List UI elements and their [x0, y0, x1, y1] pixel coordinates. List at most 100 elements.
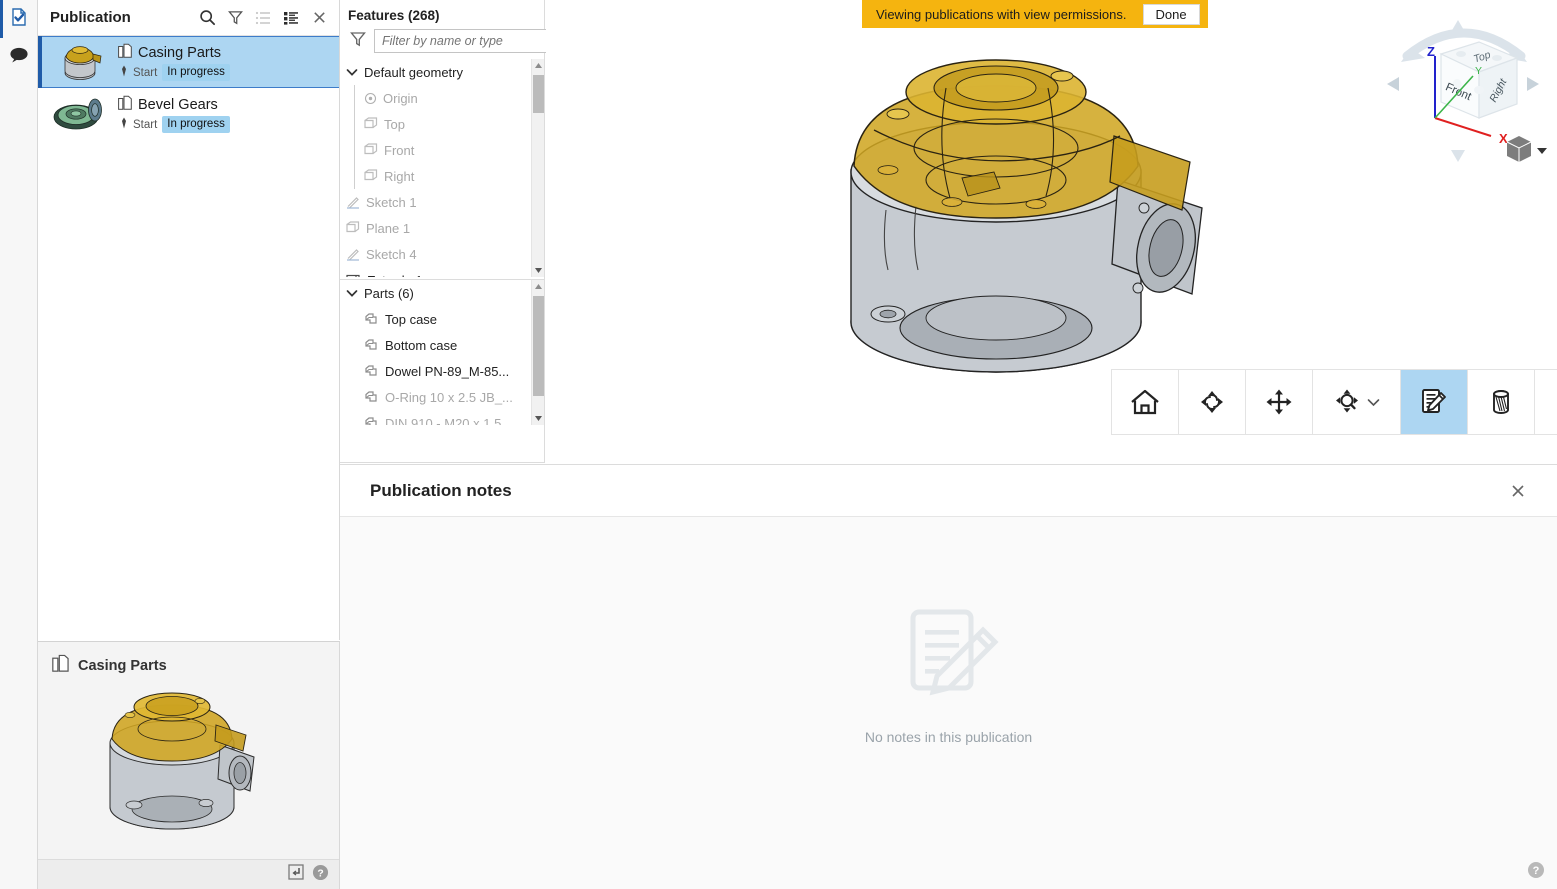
feature-tree-item-label: Right: [384, 168, 415, 184]
part-tree-item-label: O-Ring 10 x 2.5 JB_...: [385, 389, 513, 405]
parts-group-header[interactable]: Parts (6): [346, 280, 544, 306]
preview-viewport[interactable]: [38, 677, 339, 845]
part-tree-item-label: DIN 910 - M20 x 1,5: [385, 415, 502, 426]
list-view-icon[interactable]: [249, 4, 277, 32]
model-viewport[interactable]: Viewing publications with view permissio…: [546, 0, 1557, 463]
feature-tree-item[interactable]: Top: [346, 111, 544, 137]
feature-tree-item[interactable]: Front: [346, 137, 544, 163]
banner-message: Viewing publications with view permissio…: [876, 6, 1127, 22]
part-tree-item[interactable]: Dowel PN-89_M-85...: [346, 358, 544, 384]
feature-tree-item[interactable]: Plane 1: [346, 215, 544, 241]
list-item-stage: Start: [133, 118, 158, 131]
tree-group-line: [354, 85, 355, 189]
bevel-gears-thumbnail: [50, 91, 110, 137]
help-icon[interactable]: ?: [1527, 861, 1545, 879]
rotate-button[interactable]: [1179, 370, 1246, 435]
scroll-up-icon[interactable]: [532, 280, 545, 293]
rail-item-comments[interactable]: [0, 38, 38, 76]
part-tree-item[interactable]: Top case: [346, 306, 544, 332]
part-icon: [364, 390, 379, 404]
plane-icon: [364, 143, 378, 157]
cube-view-icon: [1506, 136, 1532, 162]
banner-done-button[interactable]: Done: [1142, 3, 1200, 25]
part-icon: [364, 364, 379, 378]
notes-empty-state: No notes in this publication: [340, 517, 1557, 889]
scroll-down-icon[interactable]: [532, 412, 545, 425]
feature-tree-item[interactable]: Extrude 1: [346, 267, 544, 277]
document-check-icon: [9, 7, 29, 32]
feature-tree-item-label: Front: [384, 142, 415, 158]
plane-icon: [364, 169, 378, 183]
list-item-title: Bevel Gears: [138, 96, 218, 113]
help-icon[interactable]: ?: [312, 864, 329, 886]
notes-empty-text: No notes in this publication: [864, 728, 1033, 745]
casing-parts-3d-model: [850, 59, 1203, 373]
view-cube[interactable]: Top Front Right Z X Y: [1379, 10, 1549, 170]
funnel-icon[interactable]: [221, 4, 249, 32]
feature-tree-item[interactable]: Sketch 4: [346, 241, 544, 267]
part-tree-item[interactable]: Bottom case: [346, 332, 544, 358]
part-icon: [364, 312, 379, 326]
part-tree-item-label: Bottom case: [385, 337, 458, 353]
preview-title: Casing Parts: [78, 657, 167, 674]
zoom-button[interactable]: [1313, 370, 1401, 435]
feature-tree-scrollbar[interactable]: [531, 59, 544, 277]
close-icon[interactable]: [305, 4, 333, 32]
list-item[interactable]: Casing Parts Start In progress: [38, 36, 339, 88]
axis-z-label: Z: [1427, 44, 1435, 59]
origin-icon: [364, 92, 377, 105]
notes-panel-header: Publication notes: [340, 465, 1557, 517]
zoom-fit-icon: [1333, 388, 1361, 416]
feature-tree-wrapper: Default geometry Origin Top Front Right Sketc…: [340, 59, 544, 277]
feature-tree-item-label: Plane 1: [366, 220, 411, 236]
left-icon-rail: [0, 0, 38, 889]
chevron-down-icon[interactable]: [1367, 398, 1380, 407]
feature-tree-item-label: Extrude 1: [367, 273, 423, 278]
home-view-button[interactable]: [1112, 370, 1179, 435]
axis-y-label: Y: [1475, 65, 1482, 77]
scrollbar-thumb[interactable]: [533, 296, 544, 396]
chevron-down-icon: [346, 66, 358, 78]
detail-view-icon[interactable]: [277, 4, 305, 32]
features-filter-input[interactable]: [374, 29, 553, 53]
feature-tree-item-label: Sketch 4: [366, 246, 417, 262]
scroll-up-icon[interactable]: [532, 59, 545, 72]
status-badge: In progress: [162, 116, 230, 133]
scrollbar-thumb[interactable]: [533, 75, 544, 113]
notes-button[interactable]: [1401, 370, 1468, 435]
section-button[interactable]: [1468, 370, 1535, 435]
publication-panel-header: Publication: [38, 0, 339, 36]
parts-tree-scrollbar[interactable]: [531, 280, 544, 425]
pan-button[interactable]: [1246, 370, 1313, 435]
viewer-toolbar: [1111, 369, 1557, 435]
features-panel-title: Features (268): [348, 8, 440, 23]
notes-close-button[interactable]: [1503, 476, 1533, 506]
scroll-down-icon[interactable]: [532, 264, 545, 277]
axis-x-label: X: [1499, 131, 1508, 146]
list-item[interactable]: Bevel Gears Start In progress: [38, 88, 339, 140]
feature-tree-item-label: Top: [384, 116, 405, 132]
chevron-down-icon: [1537, 148, 1547, 154]
feature-tree-item[interactable]: Sketch 1: [346, 189, 544, 215]
speech-bubble-icon: [9, 46, 29, 69]
search-icon[interactable]: [193, 4, 221, 32]
part-tree-item[interactable]: O-Ring 10 x 2.5 JB_...: [346, 384, 544, 410]
feature-tree: Default geometry Origin Top Front Right Sketc…: [340, 59, 544, 277]
plane-icon: [346, 221, 360, 235]
open-panel-icon[interactable]: [288, 864, 304, 885]
bom-button[interactable]: [1535, 370, 1557, 435]
feature-tree-item[interactable]: Right: [346, 163, 544, 189]
part-tree-item[interactable]: DIN 910 - M20 x 1,5: [346, 410, 544, 425]
milestone-icon: [120, 65, 128, 80]
feature-tree-item-label: Origin: [383, 90, 418, 106]
preview-header: Casing Parts: [38, 642, 339, 677]
funnel-icon[interactable]: [349, 30, 367, 53]
svg-text:?: ?: [317, 868, 323, 879]
rail-item-publications[interactable]: [0, 0, 38, 38]
publication-icon: [52, 654, 69, 677]
feature-tree-item[interactable]: Origin: [346, 85, 544, 111]
part-tree-item-label: Dowel PN-89_M-85...: [385, 363, 510, 379]
feature-tree-item[interactable]: Default geometry: [346, 59, 544, 85]
preview-footer: ?: [38, 859, 339, 889]
sketch-icon: [346, 247, 360, 261]
